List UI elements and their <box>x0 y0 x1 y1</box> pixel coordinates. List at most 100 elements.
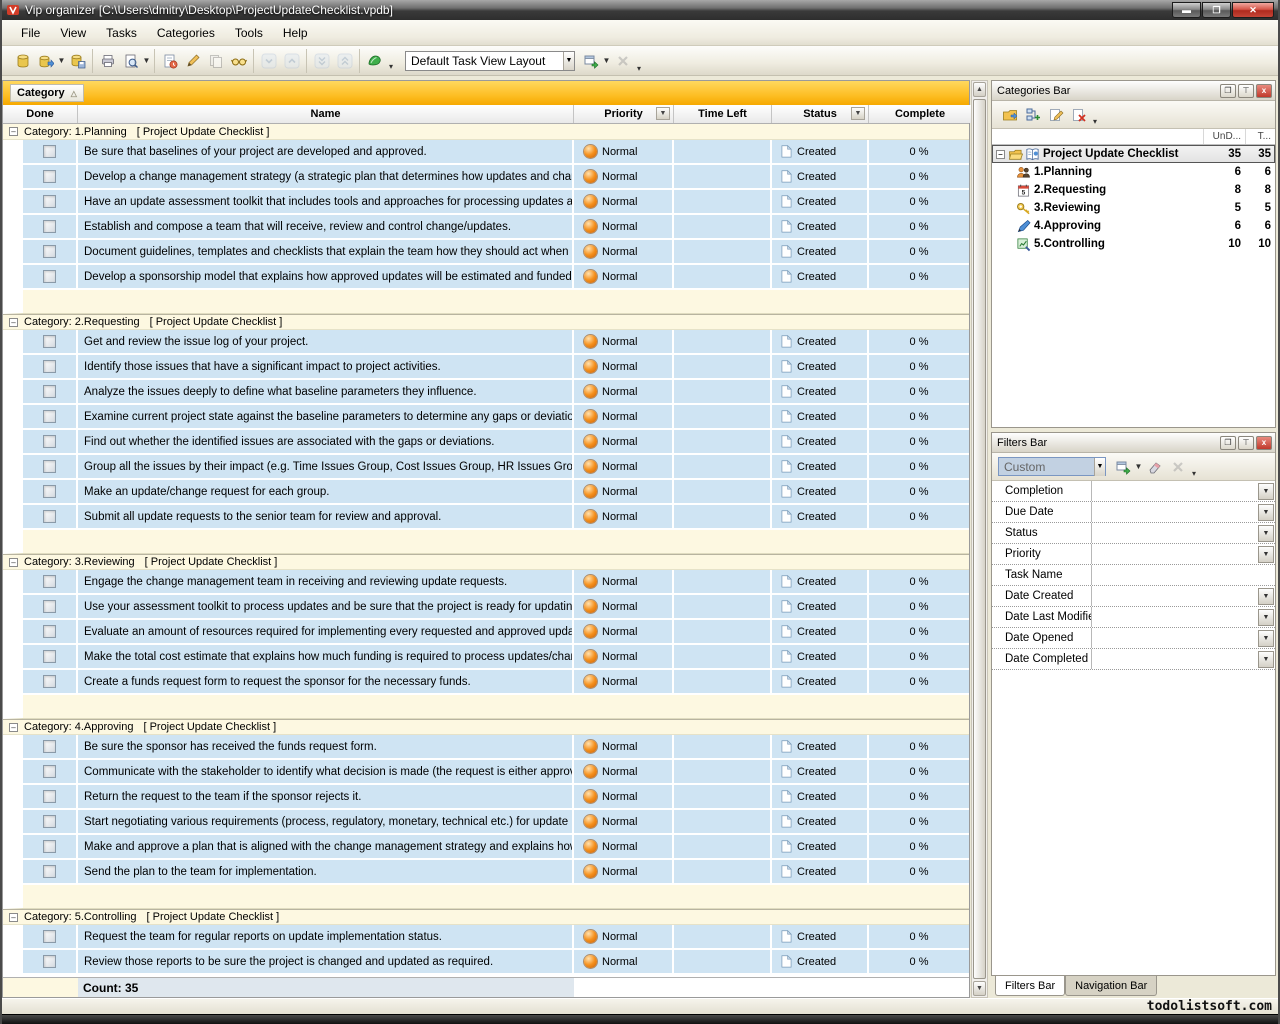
filter-dropdown-button[interactable]: ▼ <box>1258 630 1274 647</box>
close-panel-icon[interactable]: x <box>1256 84 1272 98</box>
toolbar-overflow-icon[interactable]: ▾ <box>386 62 396 73</box>
glasses-button[interactable] <box>227 50 250 72</box>
task-row[interactable]: Develop a sponsorship model that explain… <box>3 265 969 290</box>
done-checkbox[interactable] <box>43 625 56 638</box>
move-up-button[interactable] <box>280 50 303 72</box>
done-checkbox[interactable] <box>43 460 56 473</box>
move-to-bottom-button[interactable] <box>310 50 333 72</box>
minimize-button[interactable]: ▬ <box>1172 2 1201 18</box>
clear-x-button[interactable] <box>1166 456 1189 478</box>
category-group-header[interactable]: –Category: 2.Requesting[ Project Update … <box>3 314 969 330</box>
tree-item-3-reviewing[interactable]: 3.Reviewing55 <box>992 199 1275 217</box>
duplicate-task-button[interactable] <box>204 50 227 72</box>
task-row[interactable]: Find out whether the identified issues a… <box>3 430 969 455</box>
close-button[interactable]: ✕ <box>1232 2 1274 18</box>
done-checkbox[interactable] <box>43 675 56 688</box>
task-row[interactable]: Submit all update requests to the senior… <box>3 505 969 530</box>
group-by-category-button[interactable]: Category △ <box>10 84 84 102</box>
done-checkbox[interactable] <box>43 740 56 753</box>
total-column-header[interactable]: T... <box>1245 129 1275 144</box>
task-row[interactable]: Make the total cost estimate that explai… <box>3 645 969 670</box>
new-task-button[interactable] <box>158 50 181 72</box>
layout-combobox[interactable]: Default Task View Layout ▼ <box>405 51 575 71</box>
task-row[interactable]: Document guidelines, templates and check… <box>3 240 969 265</box>
column-header-name[interactable]: Name <box>78 105 574 123</box>
filter-value-field[interactable] <box>1092 544 1258 564</box>
filter-value-field[interactable] <box>1092 586 1258 606</box>
collapse-icon[interactable]: – <box>9 913 18 922</box>
toolbar-overflow-icon[interactable]: ▾ <box>1189 469 1199 480</box>
task-row[interactable]: Make an update/change request for each g… <box>3 480 969 505</box>
done-checkbox[interactable] <box>43 485 56 498</box>
chevron-down-icon[interactable]: ▼ <box>57 56 66 65</box>
tab-navigation-bar[interactable]: Navigation Bar <box>1065 976 1157 996</box>
done-checkbox[interactable] <box>43 410 56 423</box>
task-row[interactable]: Evaluate an amount of resources required… <box>3 620 969 645</box>
collapse-icon[interactable]: – <box>9 127 18 136</box>
task-row[interactable]: Group all the issues by their impact (e.… <box>3 455 969 480</box>
filter-dropdown-button[interactable]: ▼ <box>1258 546 1274 563</box>
filter-value-field[interactable] <box>1092 649 1258 669</box>
task-row[interactable]: Be sure that baselines of your project a… <box>3 140 969 165</box>
done-checkbox[interactable] <box>43 220 56 233</box>
filter-value-field[interactable] <box>1092 607 1258 627</box>
tree-item-1-planning[interactable]: 1.Planning66 <box>992 163 1275 181</box>
task-row[interactable]: Use your assessment toolkit to process u… <box>3 595 969 620</box>
done-checkbox[interactable] <box>43 650 56 663</box>
filter-dropdown-button[interactable]: ▼ <box>1258 609 1274 626</box>
done-checkbox[interactable] <box>43 360 56 373</box>
apply-filter-button[interactable] <box>1111 456 1134 478</box>
filter-value-field[interactable] <box>1092 502 1258 522</box>
filter-preset-combobox[interactable]: Custom ▼ <box>998 457 1106 476</box>
task-row[interactable]: Have an update assessment toolkit that i… <box>3 190 969 215</box>
column-header-timeleft[interactable]: Time Left <box>674 105 772 123</box>
done-checkbox[interactable] <box>43 575 56 588</box>
collapse-icon[interactable]: – <box>9 723 18 732</box>
new-category-button[interactable] <box>998 104 1021 126</box>
task-row[interactable]: Review those reports to be sure the proj… <box>3 950 969 975</box>
column-header-status[interactable]: Status▼ <box>772 105 869 123</box>
done-checkbox[interactable] <box>43 600 56 613</box>
restore-button[interactable]: ❐ <box>1202 2 1231 18</box>
column-header-complete[interactable]: Complete <box>869 105 971 123</box>
pin-icon[interactable]: ⊤ <box>1238 436 1254 450</box>
clear-x-button[interactable] <box>611 50 634 72</box>
task-row[interactable]: Send the plan to the team for implementa… <box>3 860 969 885</box>
tree-item-5-controlling[interactable]: 5.Controlling1010 <box>992 235 1275 253</box>
toolbar-overflow-icon[interactable]: ▾ <box>1090 117 1100 128</box>
filter-dropdown-button[interactable]: ▼ <box>1258 651 1274 668</box>
done-checkbox[interactable] <box>43 145 56 158</box>
task-row[interactable]: Return the request to the team if the sp… <box>3 785 969 810</box>
done-checkbox[interactable] <box>43 510 56 523</box>
collapse-icon[interactable]: – <box>996 150 1005 159</box>
tab-filters-bar[interactable]: Filters Bar <box>995 976 1065 996</box>
column-header-priority[interactable]: Priority▼ <box>574 105 674 123</box>
task-row[interactable]: Develop a change management strategy (a … <box>3 165 969 190</box>
task-row[interactable]: Request the team for regular reports on … <box>3 925 969 950</box>
menu-tasks[interactable]: Tasks <box>97 23 146 43</box>
done-checkbox[interactable] <box>43 865 56 878</box>
edit-task-button[interactable] <box>181 50 204 72</box>
toolbar-overflow-icon[interactable]: ▾ <box>634 64 644 75</box>
scrollbar-thumb[interactable] <box>973 99 986 979</box>
undone-column-header[interactable]: UnD... <box>1203 129 1245 144</box>
menu-tools[interactable]: Tools <box>226 23 272 43</box>
task-row[interactable]: Analyze the issues deeply to define what… <box>3 380 969 405</box>
new-subcategory-button[interactable] <box>1021 104 1044 126</box>
chevron-down-icon[interactable]: ▼ <box>602 56 611 65</box>
done-checkbox[interactable] <box>43 270 56 283</box>
column-header-done[interactable]: Done <box>3 105 78 123</box>
done-checkbox[interactable] <box>43 385 56 398</box>
done-checkbox[interactable] <box>43 955 56 968</box>
notification-button[interactable] <box>363 50 386 72</box>
apply-layout-button[interactable] <box>579 50 602 72</box>
tree-item-project-update-checklist[interactable]: –Project Update Checklist3535 <box>992 145 1275 163</box>
task-row[interactable]: Establish and compose a team that will r… <box>3 215 969 240</box>
category-group-header[interactable]: –Category: 1.Planning[ Project Update Ch… <box>3 124 969 140</box>
move-down-button[interactable] <box>257 50 280 72</box>
done-checkbox[interactable] <box>43 245 56 258</box>
done-checkbox[interactable] <box>43 790 56 803</box>
done-checkbox[interactable] <box>43 170 56 183</box>
filter-value-field[interactable] <box>1092 565 1275 585</box>
tree-item-4-approving[interactable]: 4.Approving66 <box>992 217 1275 235</box>
